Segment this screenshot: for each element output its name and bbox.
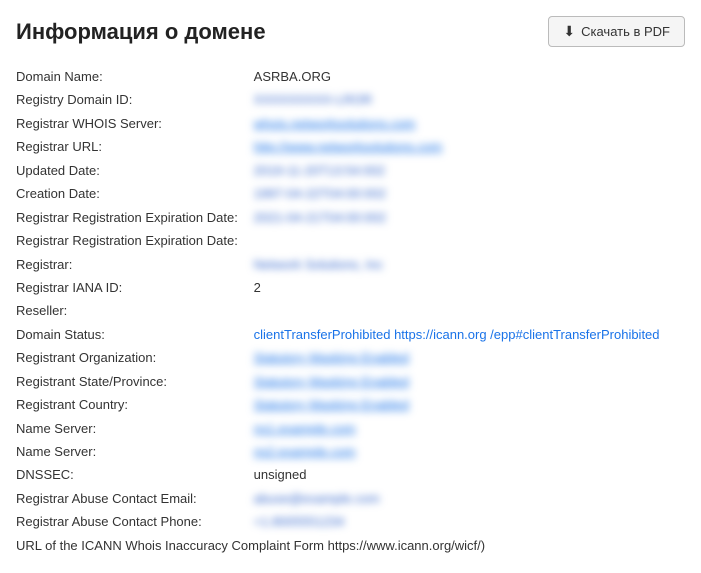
table-row: Registrar Registration Expiration Date:: [16, 229, 685, 252]
whois-value: unsigned: [254, 463, 685, 486]
whois-label: Registrant Organization:: [16, 346, 254, 369]
whois-label: Registrant Country:: [16, 393, 254, 416]
whois-label: Name Server:: [16, 417, 254, 440]
whois-value: [254, 299, 685, 322]
whois-value: Network Solutions, Inc: [254, 253, 685, 276]
pdf-button-label: Скачать в PDF: [581, 24, 670, 39]
whois-value: [254, 229, 685, 252]
table-row: Registrar Abuse Contact Email:abuse@exam…: [16, 487, 685, 510]
whois-value: Statutory Masking Enabled: [254, 346, 685, 369]
whois-label: Registrar Abuse Contact Email:: [16, 487, 254, 510]
whois-label: Registrar:: [16, 253, 254, 276]
table-row: Registrar URL:http://www.networksolution…: [16, 135, 685, 158]
whois-label: Name Server:: [16, 440, 254, 463]
table-row: URL of the ICANN Whois Inaccuracy Compla…: [16, 534, 685, 557]
table-row: DNSSEC:unsigned: [16, 463, 685, 486]
table-row: Registrant Organization:Statutory Maskin…: [16, 346, 685, 369]
whois-value: whois.networksolutions.com: [254, 112, 685, 135]
whois-label: URL of the ICANN Whois Inaccuracy Compla…: [16, 534, 685, 557]
whois-value: ASRBA.ORG: [254, 65, 685, 88]
whois-value: 2021-04-21T04:00:002: [254, 206, 685, 229]
whois-label: Updated Date:: [16, 159, 254, 182]
pdf-download-button[interactable]: ⬇ Скачать в PDF: [548, 16, 685, 47]
table-row: Registrar WHOIS Server:whois.networksolu…: [16, 112, 685, 135]
whois-label: Domain Status:: [16, 323, 254, 346]
whois-info-table: Domain Name:ASRBA.ORGRegistry Domain ID:…: [16, 65, 685, 557]
table-row: Registrant Country:Statutory Masking Ena…: [16, 393, 685, 416]
whois-label: Registrar URL:: [16, 135, 254, 158]
whois-label: Reseller:: [16, 299, 254, 322]
whois-label: Registry Domain ID:: [16, 88, 254, 111]
table-row: Creation Date:1997-04-22T04:00:002: [16, 182, 685, 205]
table-row: Registrant State/Province:Statutory Mask…: [16, 370, 685, 393]
download-icon: ⬇: [563, 23, 575, 40]
whois-label: Domain Name:: [16, 65, 254, 88]
whois-label: Creation Date:: [16, 182, 254, 205]
whois-value: 1997-04-22T04:00:002: [254, 182, 685, 205]
table-row: Name Server:ns2.example.com: [16, 440, 685, 463]
whois-label: DNSSEC:: [16, 463, 254, 486]
whois-value: clientTransferProhibited https://icann.o…: [254, 323, 685, 346]
whois-value: +1.8005551234: [254, 510, 685, 533]
whois-label: Registrant State/Province:: [16, 370, 254, 393]
whois-value: 2019-11-20T13:54:002: [254, 159, 685, 182]
whois-label: Registrar Registration Expiration Date:: [16, 229, 254, 252]
whois-value: ns2.example.com: [254, 440, 685, 463]
table-row: Domain Status:clientTransferProhibited h…: [16, 323, 685, 346]
table-row: Registrar Registration Expiration Date:2…: [16, 206, 685, 229]
table-row: Name Server:ns1.example.com: [16, 417, 685, 440]
whois-label: Registrar IANA ID:: [16, 276, 254, 299]
table-row: Domain Name:ASRBA.ORG: [16, 65, 685, 88]
table-row: Reseller:: [16, 299, 685, 322]
whois-value: ns1.example.com: [254, 417, 685, 440]
whois-label: Registrar WHOIS Server:: [16, 112, 254, 135]
table-row: Registry Domain ID:XXXXXXXXX-LROR: [16, 88, 685, 111]
whois-value: abuse@example.com: [254, 487, 685, 510]
table-row: Registrar:Network Solutions, Inc: [16, 253, 685, 276]
page-header: Информация о домене ⬇ Скачать в PDF: [16, 16, 685, 47]
whois-value: Statutory Masking Enabled: [254, 393, 685, 416]
whois-value: Statutory Masking Enabled: [254, 370, 685, 393]
whois-label: Registrar Registration Expiration Date:: [16, 206, 254, 229]
whois-label: Registrar Abuse Contact Phone:: [16, 510, 254, 533]
table-row: Registrar Abuse Contact Phone:+1.8005551…: [16, 510, 685, 533]
whois-value: http://www.networksolutions.com: [254, 135, 685, 158]
whois-value: 2: [254, 276, 685, 299]
table-row: Registrar IANA ID:2: [16, 276, 685, 299]
table-row: Updated Date:2019-11-20T13:54:002: [16, 159, 685, 182]
page-title: Информация о домене: [16, 19, 266, 45]
whois-value: XXXXXXXXX-LROR: [254, 88, 685, 111]
